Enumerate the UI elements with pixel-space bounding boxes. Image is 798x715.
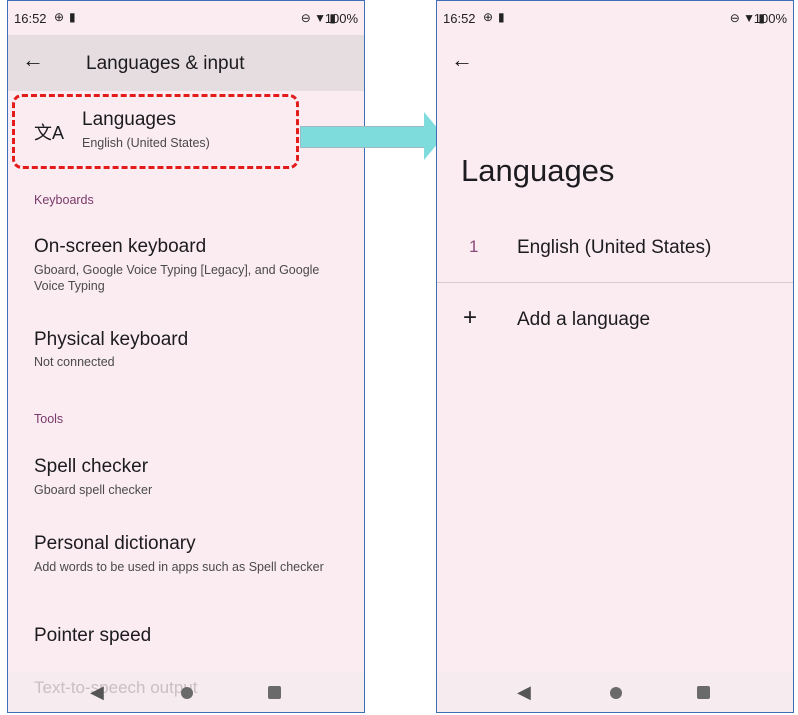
status-time: 16:52 — [14, 11, 47, 26]
partial-item: Text-to-speech output — [34, 678, 198, 697]
item-subtitle: Add words to be used in apps such as Spe… — [34, 560, 324, 574]
page-title: Languages — [461, 153, 615, 188]
divider — [437, 282, 793, 283]
item-title: Pointer speed — [34, 625, 152, 646]
battery-level: 100% — [753, 11, 787, 26]
item-subtitle: Gboard spell checker — [34, 483, 153, 497]
nav-home-icon[interactable] — [181, 687, 193, 699]
nav-recents-icon[interactable] — [268, 686, 281, 699]
nav-home-icon[interactable] — [610, 687, 622, 699]
app-bar: ← — [437, 35, 793, 91]
language-name: English (United States) — [517, 237, 712, 258]
nav-bar: Text-to-speech output ◀ — [8, 672, 364, 712]
nav-back-icon[interactable]: ◀ — [90, 682, 104, 703]
item-subtitle: Not connected — [34, 355, 115, 369]
section-tools: Tools — [34, 412, 64, 426]
nav-back-icon[interactable]: ◀ — [517, 682, 531, 703]
status-time: 16:52 — [443, 11, 476, 26]
app-bar: ← Languages & input — [8, 35, 364, 91]
nav-recents-icon[interactable] — [697, 686, 710, 699]
highlight-box — [12, 94, 299, 169]
right-screen: 16:52 ⊕▮ ⊖ ▼ ▮ 100% ← Languages 1 Englis… — [436, 0, 794, 713]
transition-arrow-shaft — [300, 126, 428, 148]
notification-icons: ⊕▮ — [483, 10, 510, 24]
plus-icon: + — [463, 304, 478, 331]
language-number: 1 — [469, 237, 479, 256]
nav-bar: ◀ — [437, 672, 793, 712]
add-language-label: Add a language — [517, 309, 651, 330]
left-screen: 16:52 ⊕▮ ⊖ ▼ ▮ 100% ← Languages & input … — [7, 0, 365, 713]
status-bar: 16:52 ⊕▮ ⊖ ▼ ▮ 100% — [437, 1, 793, 35]
item-title: Personal dictionary — [34, 533, 196, 554]
back-arrow-icon[interactable]: ← — [22, 47, 44, 73]
battery-level: 100% — [324, 11, 358, 26]
item-title: On-screen keyboard — [34, 236, 207, 257]
notification-icons: ⊕▮ — [54, 10, 81, 24]
item-title: Spell checker — [34, 456, 149, 477]
back-arrow-icon[interactable]: ← — [451, 47, 473, 73]
status-bar: 16:52 ⊕▮ ⊖ ▼ ▮ 100% — [8, 1, 364, 35]
item-title: Physical keyboard — [34, 329, 189, 350]
item-subtitle: Gboard, Google Voice Typing [Legacy], an… — [34, 263, 320, 293]
page-title: Languages & input — [86, 53, 245, 74]
section-keyboards: Keyboards — [34, 193, 94, 207]
